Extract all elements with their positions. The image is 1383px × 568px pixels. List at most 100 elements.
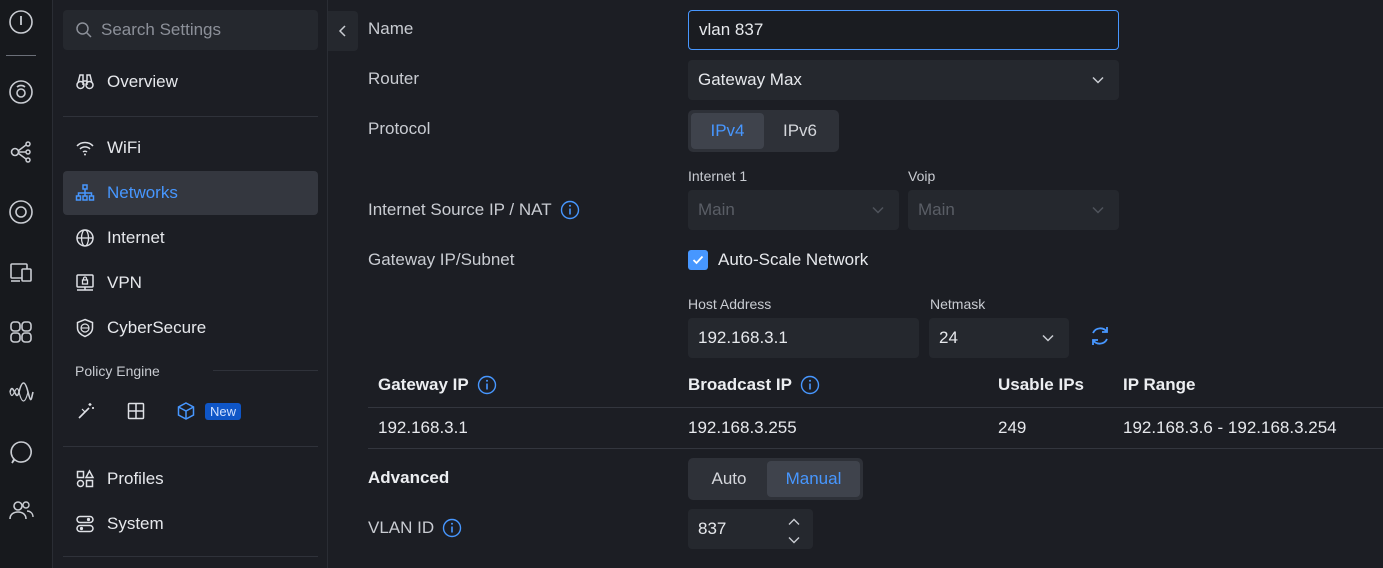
protocol-toggle: IPv4 IPv6 — [688, 110, 839, 152]
sidebar-item-system[interactable]: System — [63, 502, 318, 546]
network-form: Name Router Gateway Max Protocol IPv4 IP… — [358, 0, 1383, 568]
advanced-toggle: Auto Manual — [688, 458, 863, 500]
cell-gateway-ip: 192.168.3.1 — [378, 418, 468, 437]
chevron-down-icon — [1042, 334, 1054, 342]
sidebar-item-profiles[interactable]: Profiles — [63, 457, 318, 501]
clients-icon[interactable] — [6, 257, 36, 287]
gateway-subnet-label: Gateway IP/Subnet — [368, 250, 515, 269]
host-address-input[interactable] — [698, 328, 897, 348]
sidebar-item-label: WiFi — [107, 138, 141, 157]
collapse-sidebar-button[interactable] — [328, 11, 358, 51]
cube-icon[interactable] — [175, 400, 197, 422]
table-header-usable-ips: Usable IPs — [998, 375, 1084, 394]
table-divider — [368, 448, 1383, 449]
name-field[interactable] — [688, 10, 1119, 50]
internet-source-label: Internet Source IP / NAT — [368, 200, 580, 220]
devices-icon[interactable] — [6, 197, 36, 227]
sidebar-item-label: Profiles — [107, 469, 164, 488]
policy-engine-tools: New — [75, 400, 242, 422]
admins-icon[interactable] — [6, 495, 36, 525]
search-input[interactable] — [101, 20, 311, 40]
binoculars-icon — [76, 74, 94, 90]
stepper-arrows — [787, 513, 801, 549]
sidebar-item-label: VPN — [107, 273, 142, 292]
profiles-icon — [76, 469, 95, 488]
name-label: Name — [368, 19, 414, 38]
advanced-label: Advanced — [368, 468, 450, 487]
table-divider — [368, 407, 1383, 408]
sidebar-divider — [63, 446, 318, 447]
internet1-value: Main — [698, 200, 735, 219]
settings-sidebar: Overview WiFi Networks Internet VPN Cybe… — [53, 0, 328, 568]
sidebar-item-label: System — [107, 514, 164, 533]
wifi-icon — [76, 141, 94, 156]
search-box[interactable] — [63, 10, 318, 50]
grid-icon[interactable] — [125, 400, 147, 422]
support-icon[interactable] — [6, 437, 36, 467]
chevron-left-icon — [338, 25, 346, 37]
sidebar-item-label: CyberSecure — [107, 318, 207, 337]
voip-value: Main — [918, 200, 955, 219]
name-input[interactable] — [699, 20, 1077, 40]
info-icon[interactable] — [800, 375, 820, 395]
internet1-select: Main — [688, 190, 899, 230]
search-icon — [76, 22, 92, 38]
shield-globe-icon — [76, 318, 94, 338]
system-toggles-icon — [76, 515, 94, 533]
dashboard-icon[interactable] — [6, 77, 36, 107]
internet-source-text: Internet Source IP / NAT — [368, 200, 552, 219]
topology-icon[interactable] — [6, 137, 36, 167]
sidebar-divider — [213, 370, 318, 371]
refresh-icon[interactable] — [1088, 324, 1112, 348]
logo-icon[interactable] — [6, 7, 36, 37]
vpn-lock-icon — [76, 274, 94, 291]
header-label: Gateway IP — [378, 375, 469, 394]
auto-scale-label[interactable]: Auto-Scale Network — [718, 250, 868, 270]
sidebar-item-cybersecure[interactable]: CyberSecure — [63, 306, 318, 350]
policy-engine-heading: Policy Engine — [75, 363, 160, 379]
vlan-id-value: 837 — [698, 519, 727, 538]
rail-divider — [6, 55, 36, 56]
cell-usable-ips: 249 — [998, 418, 1027, 437]
cell-broadcast-ip: 192.168.3.255 — [688, 418, 797, 437]
sidebar-item-internet[interactable]: Internet — [63, 216, 318, 260]
info-icon[interactable] — [477, 375, 497, 395]
insights-icon[interactable] — [6, 377, 36, 407]
table-header-ip-range: IP Range — [1123, 375, 1196, 394]
protocol-label: Protocol — [368, 119, 431, 138]
sidebar-item-networks[interactable]: Networks — [63, 171, 318, 215]
host-address-field[interactable] — [688, 318, 919, 358]
chevron-down-icon — [1092, 76, 1104, 84]
apps-icon[interactable] — [6, 317, 36, 347]
auto-scale-checkbox[interactable] — [688, 250, 708, 270]
table-header-gateway-ip: Gateway IP — [378, 375, 497, 395]
advanced-auto-button[interactable]: Auto — [691, 461, 767, 497]
cell-ip-range: 192.168.3.6 - 192.168.3.254 — [1123, 418, 1337, 437]
chevron-down-icon — [872, 206, 884, 214]
sidebar-item-vpn[interactable]: VPN — [63, 261, 318, 305]
advanced-manual-button[interactable]: Manual — [767, 461, 860, 497]
checkmark-icon — [692, 255, 704, 265]
magic-wand-icon[interactable] — [75, 400, 97, 422]
chevron-down-icon — [1092, 206, 1104, 214]
protocol-ipv6-button[interactable]: IPv6 — [764, 113, 836, 149]
chevron-down-icon[interactable] — [787, 533, 801, 547]
router-select[interactable]: Gateway Max — [688, 60, 1119, 100]
sidebar-item-label: Internet — [107, 228, 165, 247]
sidebar-item-overview[interactable]: Overview — [63, 60, 318, 104]
host-address-label: Host Address — [688, 296, 772, 312]
voip-select: Main — [908, 190, 1119, 230]
sidebar-item-wifi[interactable]: WiFi — [63, 126, 318, 170]
internet1-label: Internet 1 — [688, 168, 748, 184]
protocol-ipv4-button[interactable]: IPv4 — [691, 113, 764, 149]
netmask-label: Netmask — [930, 296, 986, 312]
netmask-select[interactable]: 24 — [929, 318, 1069, 358]
info-icon[interactable] — [560, 200, 580, 220]
app-icon-rail — [0, 0, 53, 568]
vlan-id-stepper[interactable]: 837 — [688, 509, 813, 549]
chevron-up-icon[interactable] — [787, 515, 801, 529]
globe-icon — [76, 229, 94, 247]
network-tree-icon — [75, 184, 95, 201]
router-value: Gateway Max — [698, 70, 802, 89]
info-icon[interactable] — [442, 518, 462, 538]
